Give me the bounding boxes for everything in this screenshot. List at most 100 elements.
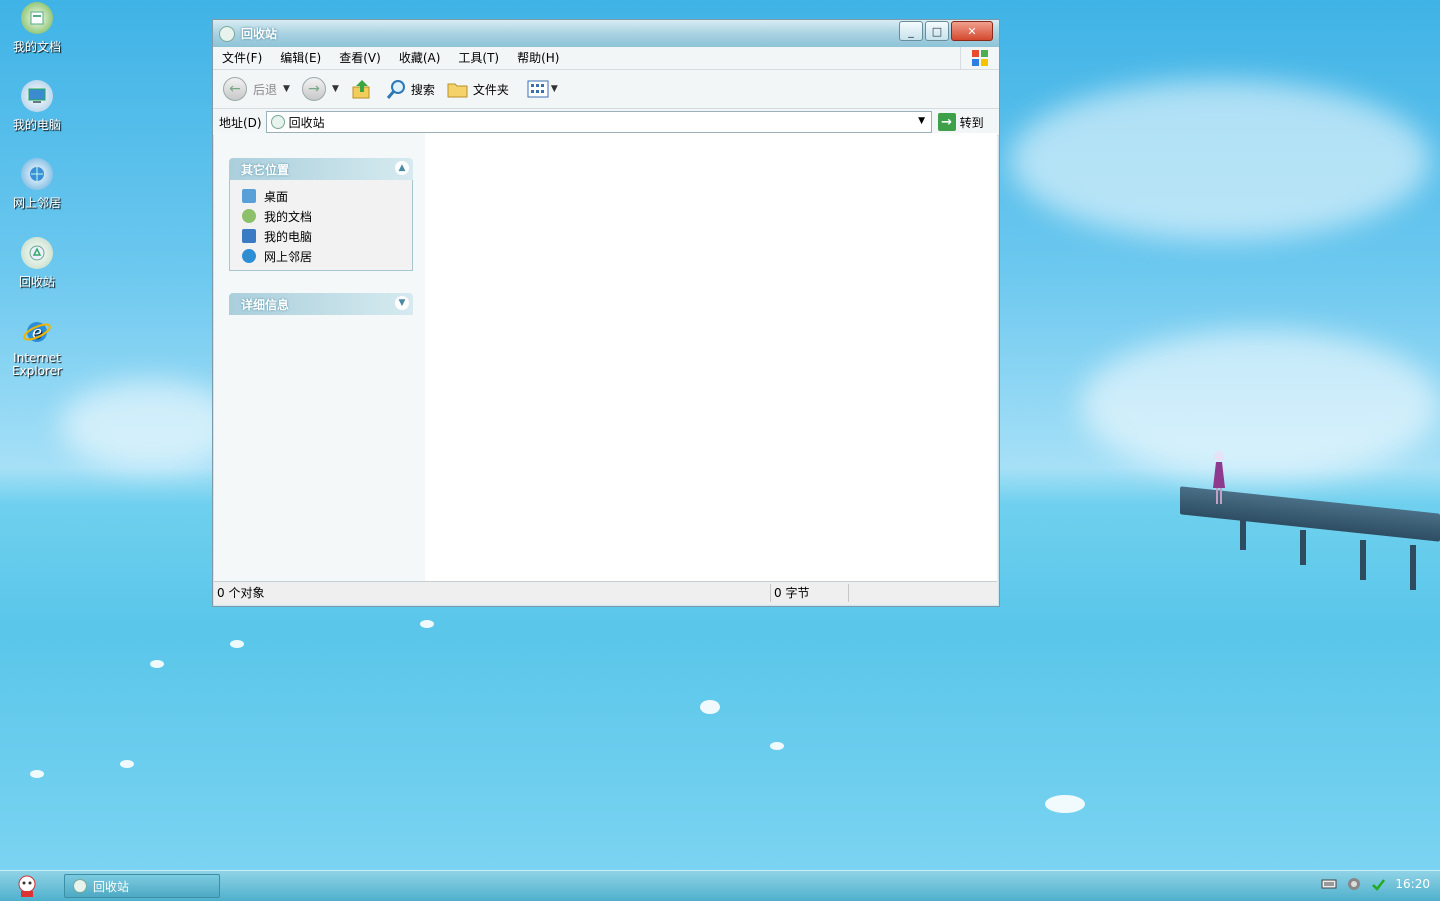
status-objects: 0 个对象 bbox=[214, 584, 771, 602]
window-controls: _ □ ✕ bbox=[899, 21, 993, 41]
other-places-panel: 其它位置 ▲ 桌面 我的文档 我的电脑 网上邻居 bbox=[229, 158, 413, 271]
folder-icon bbox=[447, 83, 468, 98]
place-label: 网上邻居 bbox=[264, 249, 313, 264]
place-label: 我的文档 bbox=[264, 209, 313, 224]
menu-favorites[interactable]: 收藏(A) bbox=[390, 47, 450, 69]
search-button[interactable]: 搜索 bbox=[385, 74, 435, 104]
desktop-icon-my-documents[interactable]: 我的文档 bbox=[4, 2, 70, 55]
up-folder-button[interactable] bbox=[351, 74, 373, 104]
menu-bar: 文件(F) 编辑(E) 查看(V) 收藏(A) 工具(T) 帮助(H) bbox=[213, 47, 999, 70]
place-label: 我的电脑 bbox=[264, 229, 313, 244]
toolbar: ← 后退 ▼ → ▼ 搜索 文件夹 ▼ bbox=[213, 70, 999, 109]
place-label: 桌面 bbox=[264, 189, 289, 204]
my-documents-icon bbox=[242, 209, 256, 223]
status-size: 0 字节 bbox=[771, 584, 849, 602]
my-computer-icon bbox=[242, 229, 256, 243]
panel-header[interactable]: 详细信息 ▼ bbox=[229, 293, 413, 315]
title-bar[interactable]: 回收站 _ □ ✕ bbox=[213, 20, 999, 47]
address-dropdown-icon[interactable]: ▼ bbox=[915, 114, 929, 128]
panel-header[interactable]: 其它位置 ▲ bbox=[229, 158, 413, 180]
sparkle bbox=[770, 742, 784, 750]
desktop-icon bbox=[242, 189, 256, 203]
desktop-icon-label: 回收站 bbox=[18, 275, 55, 289]
address-value: 回收站 bbox=[288, 115, 325, 130]
pier-leg bbox=[1300, 530, 1306, 565]
folders-button[interactable]: 文件夹 bbox=[447, 74, 509, 104]
place-link-network[interactable]: 网上邻居 bbox=[242, 246, 412, 266]
menu-view[interactable]: 查看(V) bbox=[330, 47, 390, 69]
task-pane: 其它位置 ▲ 桌面 我的文档 我的电脑 网上邻居 详细信息 ▼ bbox=[214, 133, 425, 581]
dropdown-arrow-icon: ▼ bbox=[550, 84, 558, 94]
place-link-my-computer[interactable]: 我的电脑 bbox=[242, 226, 412, 246]
details-panel: 详细信息 ▼ bbox=[229, 293, 413, 315]
taskbar-item-recycle-bin[interactable]: 回收站 bbox=[64, 874, 220, 898]
clock[interactable]: 16:20 bbox=[1395, 877, 1430, 891]
desktop-icon-network[interactable]: 网上邻居 bbox=[4, 158, 70, 211]
minimize-button[interactable]: _ bbox=[899, 21, 923, 41]
panel-title: 详细信息 bbox=[241, 297, 290, 312]
status-zone bbox=[849, 584, 992, 602]
taskbar: 回收站 16:20 bbox=[0, 870, 1440, 901]
menu-file[interactable]: 文件(F) bbox=[213, 47, 271, 69]
desktop-icon-recycle-bin[interactable]: 回收站 bbox=[4, 237, 70, 290]
desktop-icon-my-computer[interactable]: 我的电脑 bbox=[4, 80, 70, 133]
keyboard-icon[interactable] bbox=[1321, 878, 1337, 890]
cloud-2 bbox=[1080, 330, 1440, 480]
chevron-up-icon[interactable]: ▲ bbox=[395, 161, 409, 175]
maximize-button[interactable]: □ bbox=[925, 21, 949, 41]
back-label: 后退 bbox=[253, 82, 278, 97]
go-button[interactable]: → 转到 bbox=[937, 113, 984, 131]
desktop-icon-internet-explorer[interactable]: e Internet Explorer bbox=[4, 316, 70, 378]
pier-leg bbox=[1360, 540, 1366, 580]
dropdown-arrow-icon[interactable]: ▼ bbox=[283, 84, 290, 94]
network-places-icon bbox=[21, 158, 53, 190]
cloud-1 bbox=[1010, 80, 1430, 240]
recycle-bin-icon bbox=[21, 237, 53, 269]
recycle-bin-icon bbox=[73, 879, 87, 893]
my-documents-icon bbox=[21, 2, 53, 34]
panel-title: 其它位置 bbox=[241, 162, 290, 177]
sparkle bbox=[120, 760, 134, 768]
menu-edit[interactable]: 编辑(E) bbox=[271, 47, 330, 69]
back-button[interactable]: ← 后退 ▼ bbox=[223, 74, 290, 104]
sparkle bbox=[30, 770, 44, 778]
security-icon[interactable] bbox=[1371, 877, 1386, 891]
views-button[interactable]: ▼ bbox=[527, 74, 558, 104]
recycle-bin-icon bbox=[270, 115, 285, 129]
network-status-icon[interactable] bbox=[1347, 877, 1361, 891]
sparkle bbox=[420, 620, 434, 628]
sparkle bbox=[230, 640, 244, 648]
status-bar: 0 个对象 0 字节 bbox=[214, 581, 997, 604]
panel-body: 桌面 我的文档 我的电脑 网上邻居 bbox=[229, 180, 413, 271]
go-arrow-icon: → bbox=[937, 113, 956, 131]
start-mascot-icon bbox=[18, 875, 36, 897]
window-title: 回收站 bbox=[241, 27, 278, 41]
start-button[interactable] bbox=[12, 873, 42, 899]
folders-label: 文件夹 bbox=[472, 82, 509, 97]
forward-button[interactable]: → ▼ bbox=[301, 74, 339, 104]
menu-help[interactable]: 帮助(H) bbox=[508, 47, 568, 69]
sparkle bbox=[1045, 795, 1085, 813]
girl-figure bbox=[1213, 451, 1225, 504]
desktop-icon-label: 我的电脑 bbox=[12, 118, 61, 132]
system-tray: 16:20 bbox=[1321, 877, 1430, 891]
place-link-desktop[interactable]: 桌面 bbox=[242, 186, 412, 206]
search-icon bbox=[386, 80, 405, 99]
dropdown-arrow-icon[interactable]: ▼ bbox=[332, 84, 339, 94]
explorer-window: 回收站 _ □ ✕ 文件(F) 编辑(E) 查看(V) 收藏(A) 工具(T) … bbox=[212, 19, 1000, 607]
sparkle bbox=[700, 700, 720, 714]
sparkle bbox=[150, 660, 164, 668]
back-arrow-icon: ← bbox=[223, 77, 247, 101]
internet-explorer-icon: e bbox=[21, 316, 53, 348]
desktop-icon-label: 我的文档 bbox=[12, 40, 61, 54]
content-area[interactable]: 其它位置 ▲ 桌面 我的文档 我的电脑 网上邻居 详细信息 ▼ bbox=[214, 133, 997, 581]
chevron-down-icon[interactable]: ▼ bbox=[395, 296, 409, 310]
windows-logo-icon bbox=[960, 47, 999, 69]
pier-leg bbox=[1410, 545, 1416, 590]
pier-leg bbox=[1240, 520, 1246, 550]
menu-tools[interactable]: 工具(T) bbox=[449, 47, 508, 69]
address-bar: 地址(D) 回收站 ▼ → 转到 bbox=[213, 109, 999, 136]
close-button[interactable]: ✕ bbox=[951, 21, 993, 41]
place-link-my-documents[interactable]: 我的文档 bbox=[242, 206, 412, 226]
address-input[interactable]: 回收站 ▼ bbox=[265, 111, 932, 133]
